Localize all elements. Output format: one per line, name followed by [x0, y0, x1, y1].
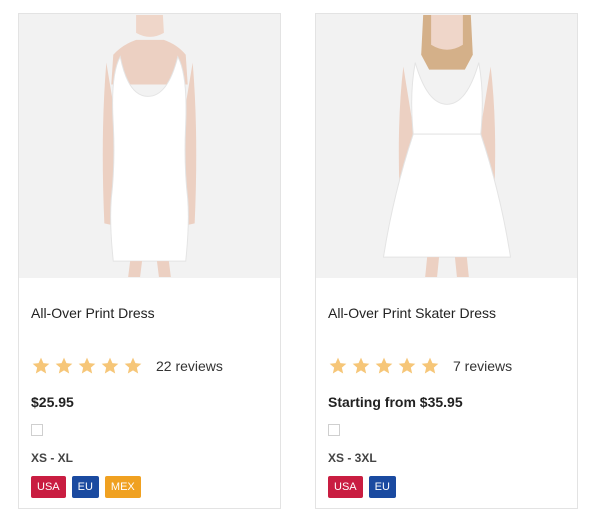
rating: 22 reviews [31, 356, 223, 376]
product-title[interactable]: All-Over Print Skater Dress [328, 305, 496, 321]
star-icon [31, 356, 51, 376]
star-icon [374, 356, 394, 376]
star-icon [397, 356, 417, 376]
region-badge-eu: EU [368, 476, 396, 498]
star-icon [420, 356, 440, 376]
skater-dress-model-image [316, 15, 577, 277]
star-icon [123, 356, 143, 376]
reviews-count[interactable]: 7 reviews [453, 358, 512, 374]
reviews-count[interactable]: 22 reviews [156, 358, 223, 374]
star-icon [54, 356, 74, 376]
dress-model-image [19, 15, 280, 277]
region-badges: USA EU MEX [31, 476, 147, 498]
star-icon [77, 356, 97, 376]
region-badge-usa: USA [328, 476, 363, 498]
product-title[interactable]: All-Over Print Dress [31, 305, 155, 321]
star-icon [100, 356, 120, 376]
region-badge-eu: EU [71, 476, 99, 498]
product-card[interactable]: All-Over Print Skater Dress 7 reviews St… [315, 13, 578, 509]
color-checkbox[interactable] [31, 424, 43, 436]
region-badge-mex: MEX [104, 476, 141, 498]
product-price: $25.95 [31, 394, 74, 410]
product-image[interactable] [19, 14, 280, 278]
star-icon [351, 356, 371, 376]
product-card[interactable]: All-Over Print Dress 22 reviews $25.95 X… [18, 13, 281, 509]
color-checkbox[interactable] [328, 424, 340, 436]
size-range: XS - XL [31, 451, 74, 465]
region-badges: USA EU [328, 476, 402, 498]
size-range: XS - 3XL [328, 451, 377, 465]
product-image[interactable] [316, 14, 577, 278]
product-price: Starting from $35.95 [328, 394, 463, 410]
rating: 7 reviews [328, 356, 512, 376]
region-badge-usa: USA [31, 476, 66, 498]
star-icon [328, 356, 348, 376]
